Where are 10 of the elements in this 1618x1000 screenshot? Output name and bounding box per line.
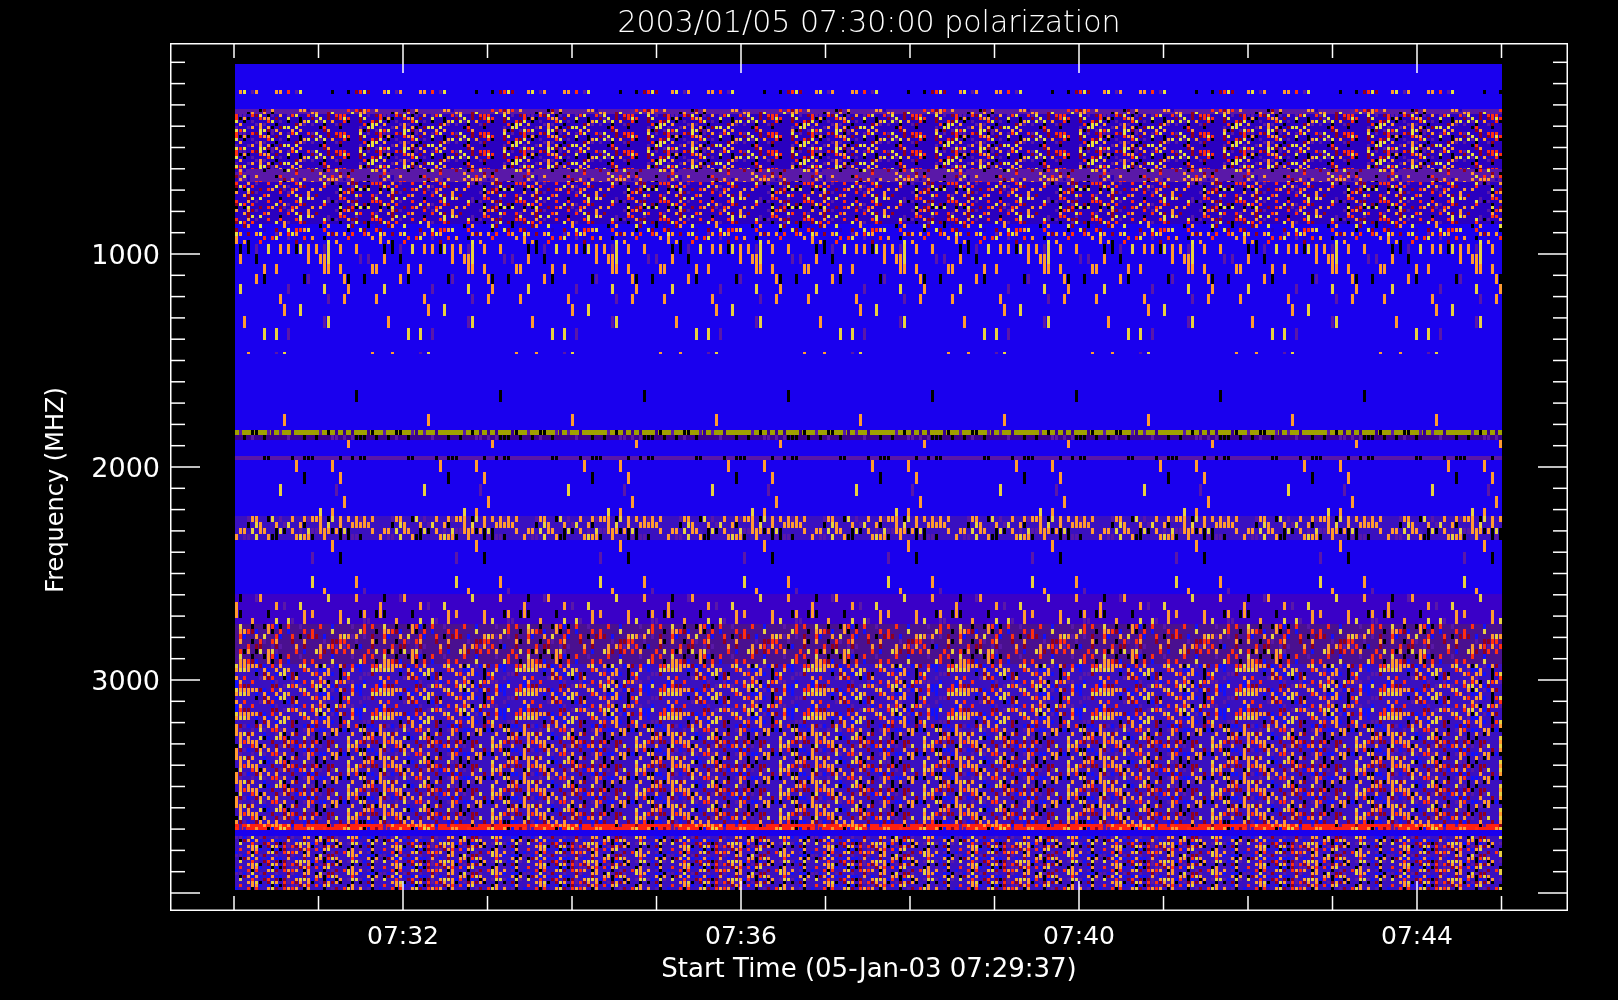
tick-label: 07:40	[1043, 921, 1115, 950]
tick-label: 1000	[91, 238, 160, 270]
tick-label: 07:36	[705, 921, 777, 950]
chart-title: 2003/01/05 07:30:00 polarization	[616, 3, 1122, 41]
tick-label: 2000	[91, 451, 160, 483]
axis-label: Start Time (05-Jan-03 07:29:37)	[661, 953, 1077, 983]
tick-label: 07:44	[1381, 921, 1453, 950]
axis-label: Frequency (MHZ)	[41, 387, 69, 593]
tick-label: 07:32	[367, 921, 439, 950]
tick-label: 3000	[91, 664, 160, 696]
